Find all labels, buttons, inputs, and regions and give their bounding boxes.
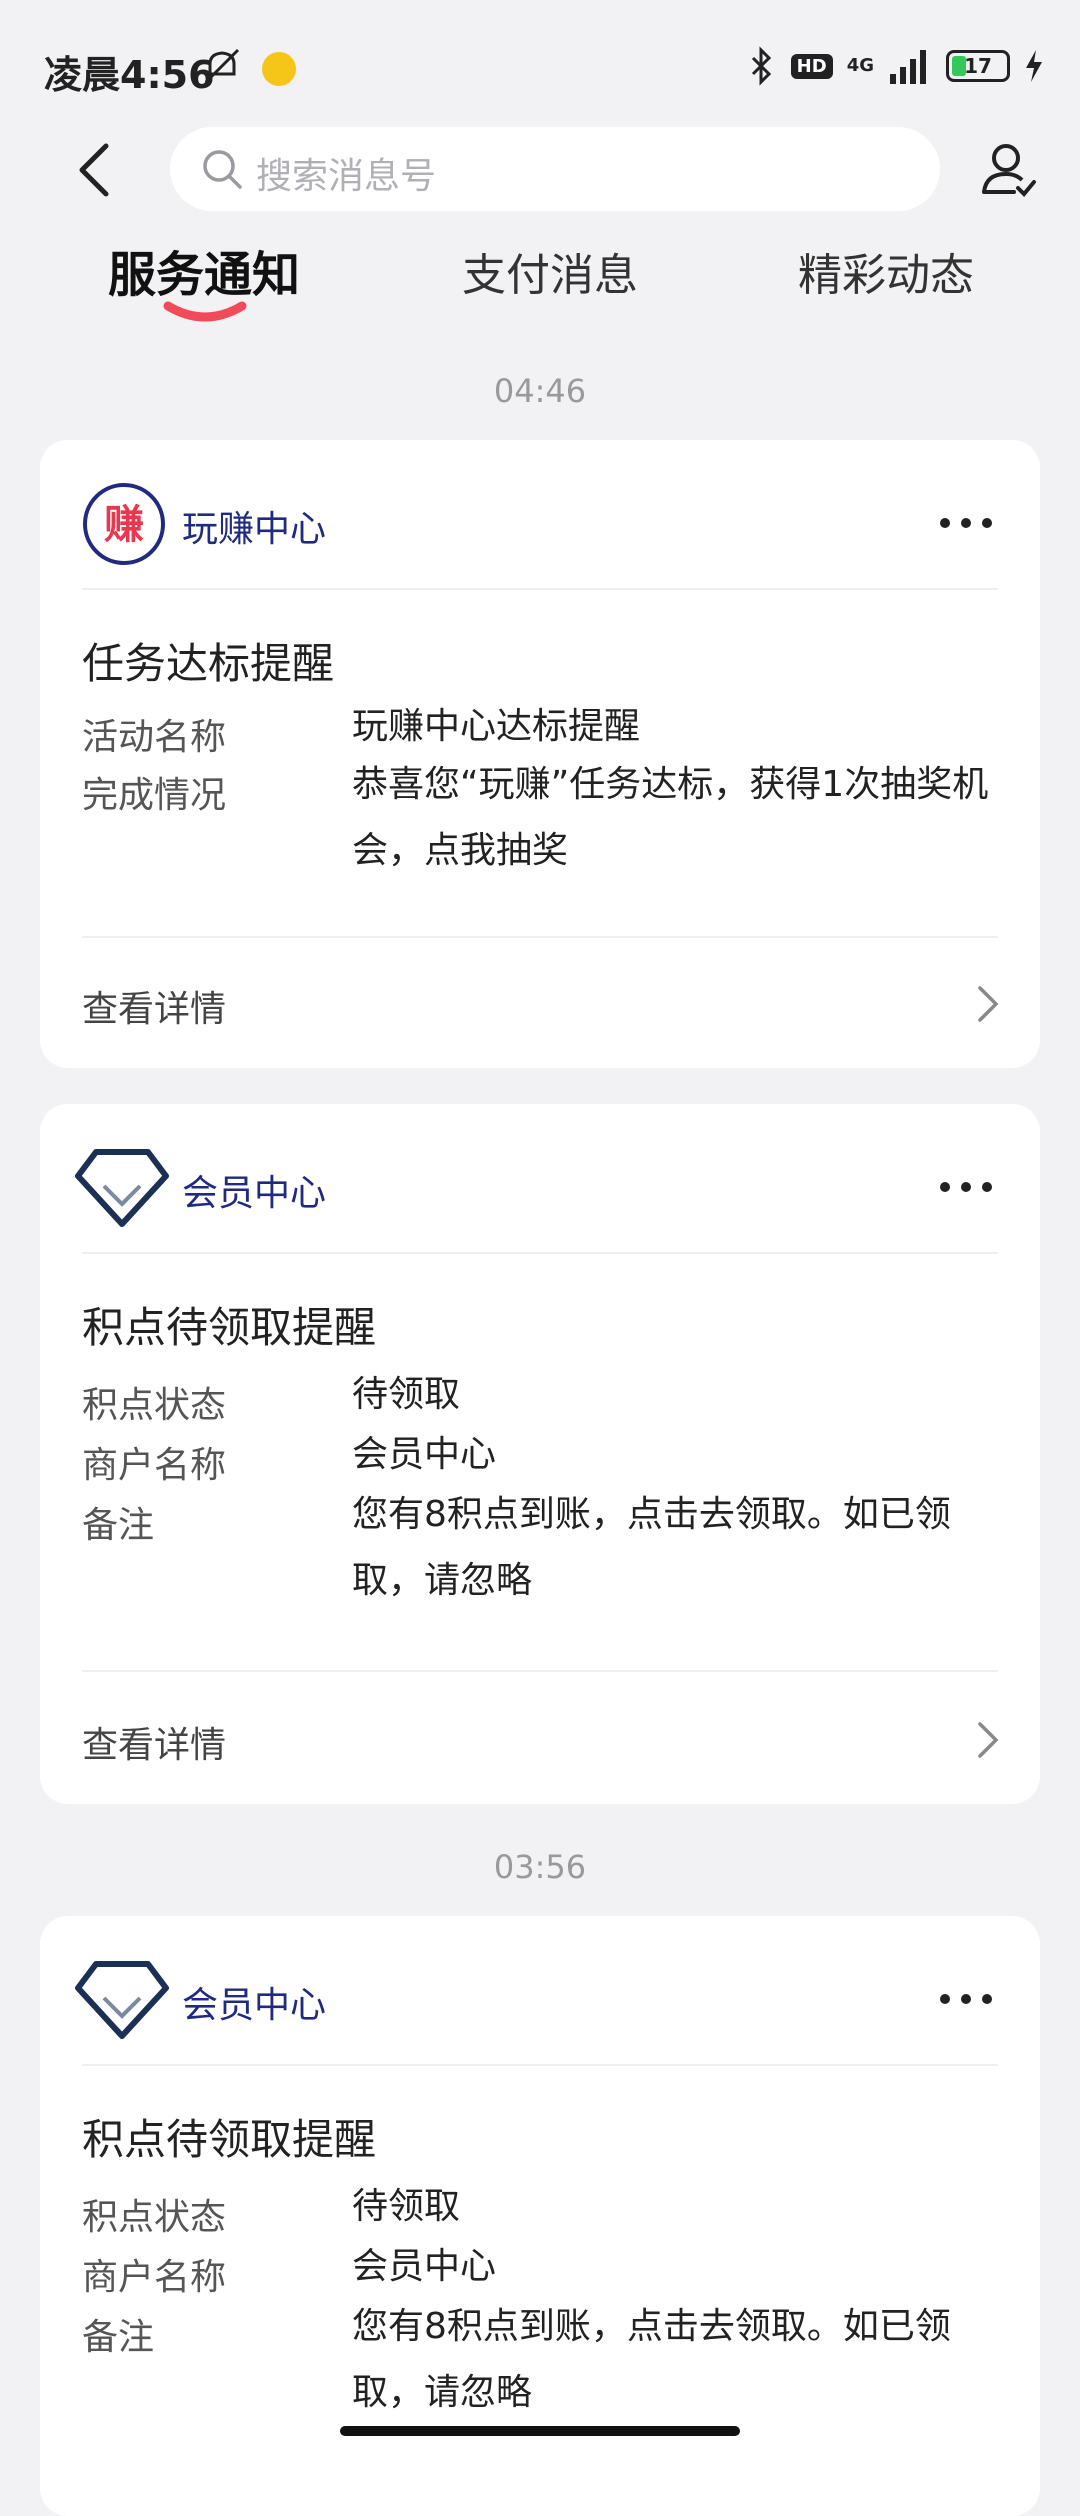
notification-app-icon [262,52,296,86]
chevron-right-icon[interactable] [976,984,1000,1024]
bluetooth-icon [751,46,771,86]
row-value: 待领取 [352,2186,461,2227]
search-bar[interactable]: 搜索消息号 [170,127,940,211]
mute-bell-icon [204,48,240,84]
member-center-logo [75,1149,169,1227]
tab-payment-messages[interactable]: 支付消息 [462,239,638,303]
divider [82,1670,998,1672]
search-icon [203,150,242,189]
source-name[interactable]: 会员中心 [182,1164,326,1216]
source-name[interactable]: 玩赚中心 [182,500,326,552]
more-icon[interactable] [940,518,992,530]
card-title: 积点待领取提醒 [82,2115,377,2164]
card-header: 赚 玩赚中心 [40,440,1040,590]
row-key: 备注 [82,2317,155,2358]
row-key: 积点状态 [82,1385,227,1426]
card-title: 积点待领取提醒 [82,1303,377,1352]
home-indicator[interactable] [340,2426,740,2436]
row-key: 积点状态 [82,2197,227,2238]
hd-badge: HD [790,53,833,79]
chevron-right-icon[interactable] [976,1720,1000,1760]
row-value: 玩赚中心达标提醒 [352,706,641,747]
back-arrow-icon[interactable] [70,140,120,200]
divider [82,2064,998,2066]
row-value: 您有8积点到账，点击去领取。如已领取，请忽略 [352,2306,951,2413]
search-placeholder: 搜索消息号 [256,156,437,197]
battery-level: 17 [964,54,992,78]
row-key: 完成情况 [82,775,227,816]
row-key: 商户名称 [82,2257,227,2298]
source-name[interactable]: 会员中心 [182,1976,326,2028]
more-icon[interactable] [940,1994,992,2006]
row-key: 活动名称 [82,717,227,758]
row-value: 待领取 [352,1374,461,1415]
row-value: 会员中心 [352,1434,497,1475]
charging-icon [1026,50,1042,82]
card-title: 任务达标提醒 [82,639,335,688]
logo-char: 赚 [104,502,144,548]
earn-center-logo: 赚 [83,483,165,565]
tab-highlights[interactable]: 精彩动态 [798,239,974,303]
row-key: 备注 [82,1505,155,1546]
signal-icon [890,50,926,84]
divider [82,1252,998,1254]
tab-bar: 服务通知 支付消息 精彩动态 [0,235,1080,345]
status-bar: 凌晨4:56 HD 4G 17 [0,0,1080,120]
card-header: 会员中心 [40,1104,1040,1254]
member-center-logo [75,1961,169,2039]
user-settings-icon[interactable] [978,140,1038,200]
card-header: 会员中心 [40,1916,1040,2066]
status-right: HD 4G 17 [747,44,1044,88]
view-details-link[interactable]: 查看详情 [82,1716,226,1768]
row-value: 您有8积点到账，点击去领取。如已领取，请忽略 [352,1494,951,1601]
tab-service-notice[interactable]: 服务通知 [108,235,300,305]
notification-card[interactable]: 赚 玩赚中心 任务达标提醒 活动名称 玩赚中心达标提醒 完成情况 恭喜您“玩赚”… [40,440,1040,1068]
notification-card[interactable]: 会员中心 积点待领取提醒 积点状态 待领取 商户名称 会员中心 备注 您有8积点… [40,1104,1040,1804]
divider [82,936,998,938]
more-icon[interactable] [940,1182,992,1194]
row-value: 恭喜您“玩赚”任务达标，获得1次抽奖机会，点我抽奖 [352,764,989,871]
battery-icon: 17 [946,50,1010,82]
row-key: 商户名称 [82,1445,227,1486]
divider [82,588,998,590]
network-type: 4G [846,55,874,76]
active-tab-indicator [163,301,247,322]
status-time: 凌晨4:56 [44,53,215,97]
view-details-link[interactable]: 查看详情 [82,980,226,1032]
time-separator: 04:46 [493,372,587,410]
time-separator: 03:56 [493,1848,587,1886]
row-value: 会员中心 [352,2246,497,2287]
